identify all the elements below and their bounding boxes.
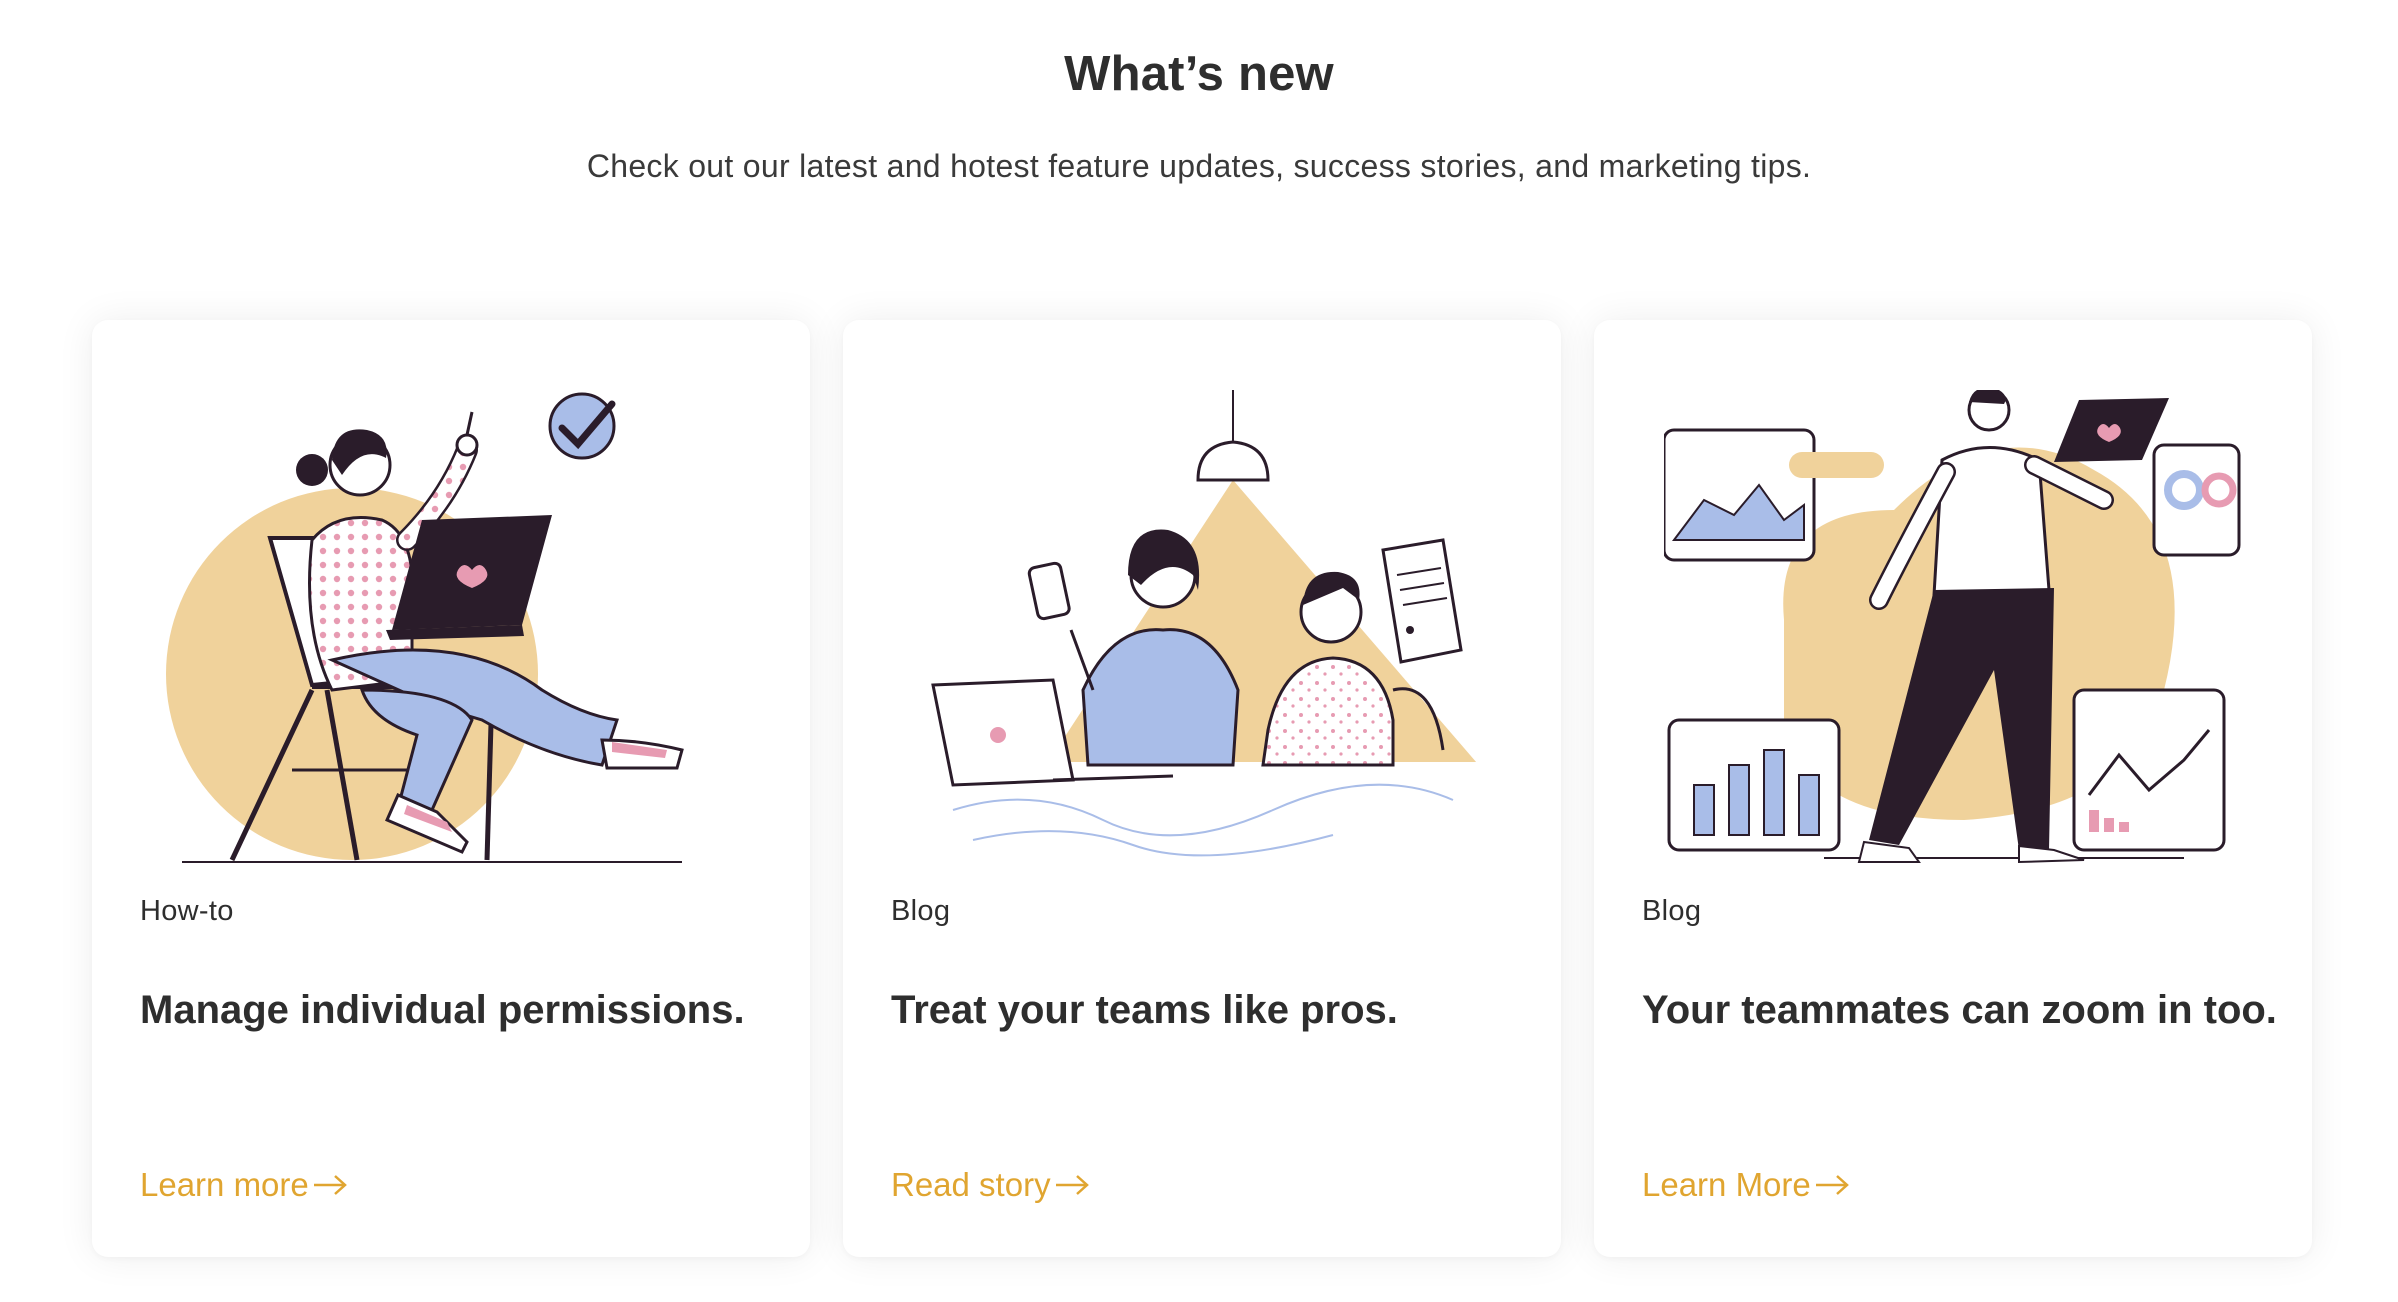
- card-category: How-to: [140, 895, 234, 927]
- learn-more-link[interactable]: Learn More: [1642, 1166, 1850, 1204]
- team-desk-lamp-illustration: [913, 390, 1491, 870]
- card-title[interactable]: Manage individual permissions.: [140, 980, 780, 1040]
- cta-label: Learn more: [140, 1166, 309, 1203]
- arrow-right-icon: [313, 1175, 347, 1195]
- section-title: What’s new: [1064, 47, 1334, 101]
- woman-laptop-checkmark-illustration: [162, 390, 740, 870]
- whats-new-section: What’s new Check out our latest and hote…: [0, 0, 2398, 1302]
- cta-label: Learn More: [1642, 1166, 1811, 1203]
- card-teams-pros[interactable]: Blog Treat your teams like pros. Read st…: [843, 320, 1561, 1257]
- card-category: Blog: [1642, 895, 1702, 927]
- learn-more-link[interactable]: Learn more: [140, 1166, 348, 1204]
- man-dashboard-charts-illustration: [1664, 390, 2242, 870]
- card-title[interactable]: Your teammates can zoom in too.: [1642, 980, 2282, 1040]
- card-list: How-to Manage individual permissions. Le…: [92, 320, 2312, 1257]
- section-subtitle: Check out our latest and hotest feature …: [586, 148, 1812, 184]
- card-manage-permissions[interactable]: How-to Manage individual permissions. Le…: [92, 320, 810, 1257]
- card-category: Blog: [891, 895, 951, 927]
- arrow-right-icon: [1055, 1175, 1089, 1195]
- cta-label: Read story: [891, 1166, 1051, 1203]
- card-title[interactable]: Treat your teams like pros.: [891, 980, 1531, 1040]
- read-story-link[interactable]: Read story: [891, 1166, 1090, 1204]
- arrow-right-icon: [1815, 1175, 1849, 1195]
- card-teammates-zoom[interactable]: Blog Your teammates can zoom in too. Lea…: [1594, 320, 2312, 1257]
